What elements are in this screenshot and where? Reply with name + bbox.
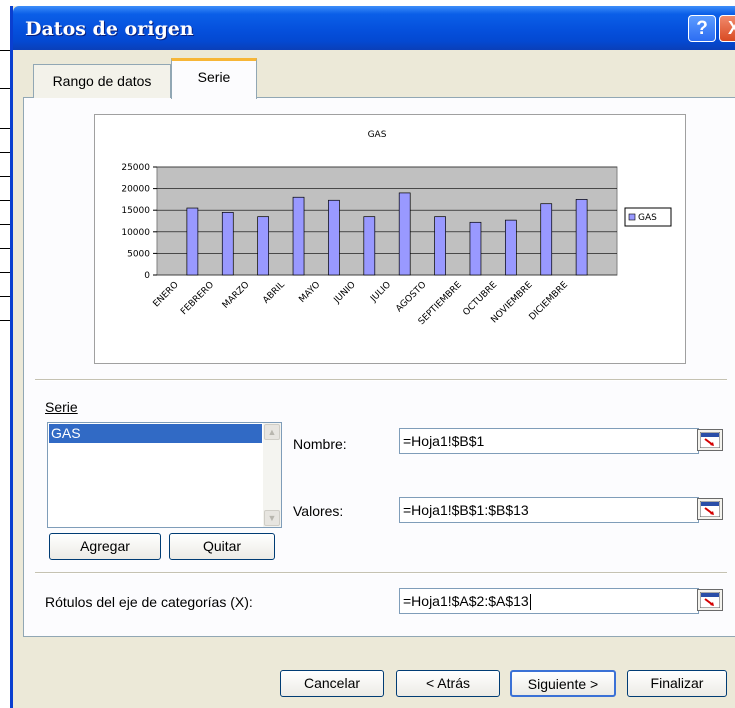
bar (504, 219, 517, 276)
bar (328, 199, 340, 276)
x-tick-label: MARZO (221, 280, 252, 311)
row-gridline (0, 176, 10, 177)
range-selector-icon (700, 501, 720, 517)
x-tick-label: AGOSTO (394, 280, 428, 314)
cancelar-button[interactable]: Cancelar (280, 670, 384, 697)
legend-label: GAS (638, 213, 657, 223)
agregar-button[interactable]: Agregar (49, 533, 161, 560)
legend-swatch (628, 213, 636, 221)
x-tick-label: MAYO (297, 280, 322, 305)
datos-de-origen-dialog: Datos de origen ? X Rango de datos Serie… (10, 6, 735, 708)
row-gridline (0, 128, 10, 129)
bar (398, 192, 411, 276)
valores-range-selector-button[interactable] (697, 498, 723, 520)
text-cursor (529, 594, 531, 611)
nombre-range-selector-button[interactable] (697, 429, 723, 451)
chart-title: GAS (368, 130, 387, 140)
bar (292, 196, 305, 276)
row-gridline (0, 320, 10, 321)
separator (35, 572, 727, 574)
bar (469, 221, 482, 276)
atras-button[interactable]: < Atrás (396, 670, 500, 697)
row-gridline (0, 272, 10, 273)
range-selector-icon (700, 592, 720, 608)
rotulos-label: Rótulos del eje de categorías (X): (45, 594, 253, 610)
separator (35, 379, 727, 381)
row-gridline (0, 88, 10, 89)
valores-field[interactable]: =Hoja1!$B$1:$B$13 (399, 497, 699, 523)
row-gridline (0, 224, 10, 225)
bar (221, 212, 234, 276)
x-tick-label: OCTUBRE (461, 280, 499, 318)
nombre-label: Nombre: (293, 436, 347, 452)
bar-chart: GAS 25000 20000 15000 10000 5000 0ENEROFEBRERO… (121, 130, 672, 327)
row-gridline (0, 296, 10, 297)
row-gridline (0, 50, 10, 51)
bar (363, 216, 376, 276)
rotulos-range-selector-button[interactable] (697, 589, 723, 611)
bar (575, 199, 588, 276)
rotulos-field[interactable]: =Hoja1!$A$2:$A$13 (399, 588, 699, 614)
scroll-down-arrow-icon[interactable]: ▼ (264, 510, 280, 526)
row-gridline (0, 248, 10, 249)
y-tick-label: 5000 (127, 249, 150, 259)
serie-heading-text: Serie (45, 399, 78, 415)
quitar-button[interactable]: Quitar (169, 533, 275, 560)
rotulos-field-value: =Hoja1!$A$2:$A$13 (403, 593, 529, 609)
finalizar-button[interactable]: Finalizar (627, 670, 727, 697)
close-button[interactable]: X (719, 15, 735, 42)
y-tick-label: 0 (144, 271, 150, 281)
bar (540, 203, 553, 276)
serie-heading: Serie (45, 399, 78, 415)
bar (257, 216, 270, 276)
siguiente-button[interactable]: Siguiente > (510, 670, 616, 697)
help-button[interactable]: ? (688, 15, 716, 42)
bar (186, 207, 199, 276)
x-tick-label: JULIO (368, 280, 393, 305)
x-tick-label: ENERO (152, 280, 181, 309)
x-tick-label: FEBRERO (179, 280, 216, 317)
y-tick-label: 15000 (121, 206, 150, 216)
y-tick-label: 25000 (121, 163, 150, 173)
y-tick-label: 10000 (121, 228, 150, 238)
row-gridline (0, 200, 10, 201)
x-tick-label: ABRIL (261, 280, 287, 306)
tab-serie[interactable]: Serie (171, 58, 257, 99)
bar (434, 216, 446, 276)
scroll-up-arrow-icon[interactable]: ▲ (264, 424, 280, 440)
nombre-field[interactable]: =Hoja1!$B$1 (399, 428, 699, 454)
valores-label: Valores: (293, 503, 344, 519)
title-bar[interactable]: Datos de origen ? X (13, 6, 735, 50)
row-gridline (0, 152, 10, 153)
x-tick-label: JUNIO (332, 280, 358, 306)
y-tick-label: 20000 (121, 185, 150, 195)
x-tick-label: DICIEMBRE (528, 280, 571, 323)
chart-preview: GAS 25000 20000 15000 10000 5000 0 ENERO FEBRERO… (94, 114, 686, 364)
list-item[interactable]: GAS (49, 424, 262, 443)
listbox-scrollbar[interactable]: ▲ ▼ (263, 423, 281, 527)
tab-rango-de-datos[interactable]: Rango de datos (33, 64, 171, 98)
dialog-title: Datos de origen (25, 18, 194, 40)
serie-listbox[interactable]: GAS ▲ ▼ (47, 422, 282, 528)
range-selector-icon (700, 432, 720, 448)
